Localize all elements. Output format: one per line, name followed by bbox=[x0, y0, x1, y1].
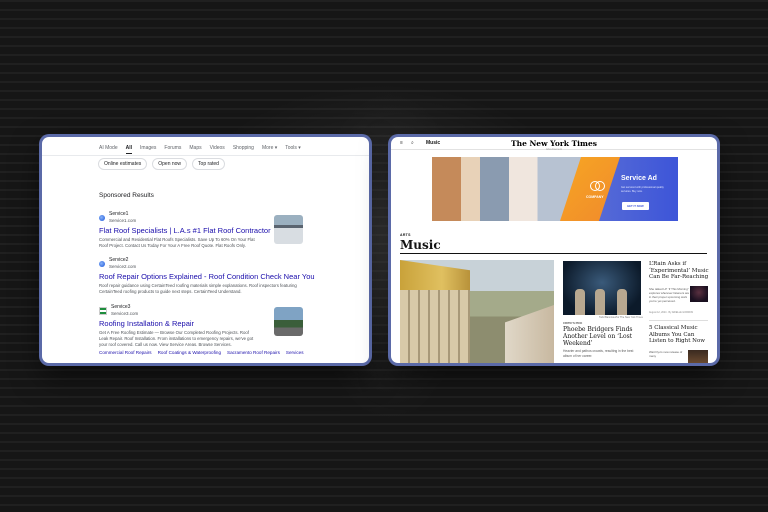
ad-site-url[interactable]: Service2.com bbox=[109, 264, 136, 270]
column-rule bbox=[649, 320, 708, 321]
ad-site-url[interactable]: Service3.com bbox=[111, 311, 138, 317]
lrain-photo[interactable] bbox=[690, 286, 708, 302]
tab-images[interactable]: Images bbox=[140, 145, 156, 154]
arts-kicker[interactable]: ARTS bbox=[400, 233, 411, 237]
photo-right-building bbox=[505, 305, 554, 363]
photo-caption: Todd Bannister/for The New York Times bbox=[599, 316, 643, 319]
chip-open-now[interactable]: Open now bbox=[152, 158, 188, 170]
tab-videos[interactable]: Videos bbox=[210, 145, 225, 154]
summary-phoebe-bridgers: Heavier and pathos crowds, resulting in … bbox=[563, 349, 634, 358]
company-logo-icon bbox=[590, 181, 605, 191]
lead-photo[interactable] bbox=[400, 260, 554, 363]
sitelink-sacramento-roof-repairs[interactable]: Sacramento Roof Repairs bbox=[227, 350, 280, 355]
ad-title-link[interactable]: Roof Repair Options Explained - Roof Con… bbox=[99, 272, 315, 281]
favicon-icon bbox=[99, 214, 105, 221]
ad-text: Get serviced with professional quality s… bbox=[621, 186, 664, 193]
advertisement-label: Advertisement bbox=[546, 148, 562, 151]
chip-online-estimates[interactable]: Online estimates bbox=[98, 158, 148, 170]
nyt-logo[interactable]: The New York Times bbox=[391, 139, 717, 148]
ad-site-url[interactable]: Service1.com bbox=[109, 218, 136, 224]
tab-maps[interactable]: Maps bbox=[189, 145, 201, 154]
sitelink-services[interactable]: Services bbox=[286, 350, 304, 355]
ad-sitelinks: Commercial Roof Repairs Roof Coatings & … bbox=[99, 350, 304, 355]
tab-forums[interactable]: Forums bbox=[164, 145, 181, 154]
sitelink-commercial-roof-repairs[interactable]: Commercial Roof Repairs bbox=[99, 350, 152, 355]
headline-classical-albums[interactable]: 5 Classical Music Albums You Can Listen … bbox=[649, 325, 713, 345]
ad-result: Service2 Service2.com Roof Repair Option… bbox=[99, 257, 315, 295]
section-title: Music bbox=[400, 238, 441, 252]
headline-phoebe-bridgers[interactable]: Phoebe Bridgers Finds Another Level on ‘… bbox=[563, 326, 643, 347]
section-rule bbox=[400, 253, 707, 254]
tab-all[interactable]: All bbox=[125, 145, 133, 154]
tab-ai-mode[interactable]: AI Mode bbox=[99, 145, 118, 154]
tabs-divider bbox=[42, 155, 369, 156]
tab-more[interactable]: More ▾ bbox=[262, 145, 277, 154]
sitelink-roof-coatings[interactable]: Roof Coatings & Waterproofing bbox=[158, 350, 221, 355]
favicon-icon bbox=[99, 306, 107, 315]
ad-description: Get A Free Roofing Estimate — Browse Our… bbox=[99, 330, 254, 347]
sponsored-heading: Sponsored Results bbox=[99, 192, 154, 199]
favicon-icon bbox=[99, 260, 105, 267]
ad-description: Roof repair guidance using CertainTeed r… bbox=[99, 283, 297, 294]
filter-chips: Online estimates Open now Top rated bbox=[98, 158, 225, 170]
article-kicker: CRITIC'S PICK bbox=[563, 321, 583, 325]
lrain-byline: August 12, 2024 · By ARIELLE GORDON bbox=[649, 311, 694, 314]
summary-classical-albums: Wait Dyu's new release of many bbox=[649, 350, 683, 358]
ad-company: COMPANY bbox=[586, 195, 604, 199]
nyt-music-window: ≡ ⌕ Music The New York Times Advertiseme… bbox=[391, 137, 717, 363]
ad-thumbnail[interactable] bbox=[274, 307, 303, 336]
classical-photo[interactable] bbox=[688, 350, 708, 363]
chip-top-rated[interactable]: Top rated bbox=[192, 158, 225, 170]
summary-lrain: She talked LP “If This Morning” explores… bbox=[649, 287, 690, 303]
tab-tools[interactable]: Tools ▾ bbox=[285, 145, 301, 154]
tab-shopping[interactable]: Shopping bbox=[233, 145, 254, 154]
ad-title: Service Ad bbox=[621, 175, 657, 182]
search-tabs: AI Mode All Images Forums Maps Videos Sh… bbox=[99, 145, 301, 154]
photo-facade bbox=[400, 290, 470, 363]
concert-photo[interactable] bbox=[563, 261, 641, 315]
ad-cta-button[interactable]: GET IT NOW bbox=[622, 202, 649, 210]
ad-description: Commercial and Residential Flat Roofs Sp… bbox=[99, 237, 255, 248]
ad-thumbnail[interactable] bbox=[274, 215, 303, 244]
search-results-window: AI Mode All Images Forums Maps Videos Sh… bbox=[42, 137, 369, 363]
headline-lrain[interactable]: L’Rain Asks if ‘Experimental’ Music Can … bbox=[649, 261, 715, 281]
service-ad-banner[interactable]: COMPANY Service Ad Get serviced with pro… bbox=[432, 157, 678, 221]
